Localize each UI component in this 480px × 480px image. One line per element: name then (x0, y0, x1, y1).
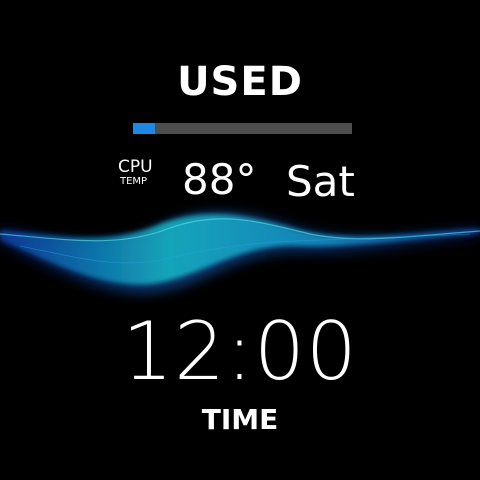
temp-label: TEMP (120, 176, 148, 187)
wave-graphic (0, 212, 480, 294)
cpu-label: CPU (118, 157, 153, 177)
usage-progress-fill (133, 123, 155, 134)
watch-face: USED CPU TEMP 88° Sat 12:00 TIME (0, 0, 480, 480)
used-title: USED (177, 59, 303, 105)
cpu-temp-label: CPU TEMP (118, 158, 153, 188)
time-label: TIME (201, 403, 279, 436)
clock-time: 12:00 (122, 305, 358, 398)
usage-progress-bar (133, 123, 352, 134)
